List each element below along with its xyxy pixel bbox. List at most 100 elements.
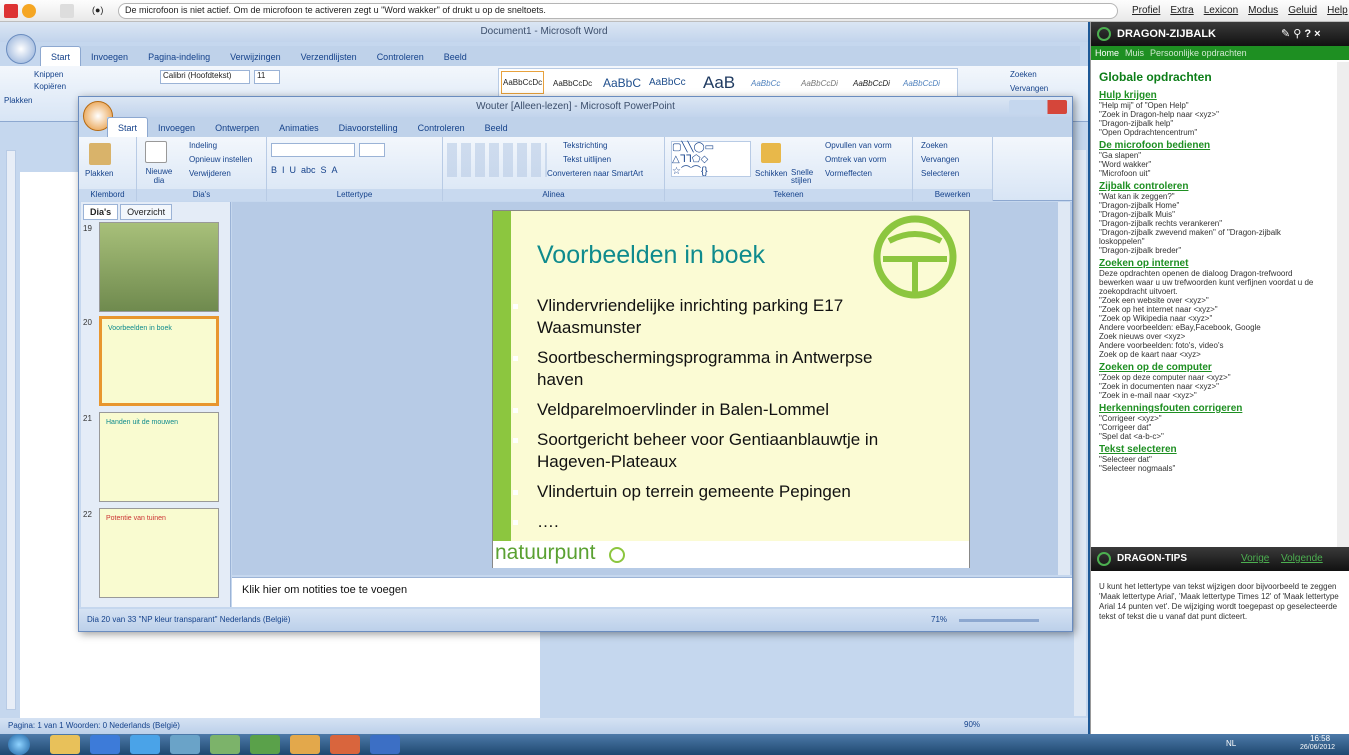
section-title[interactable]: Zoeken op de computer <box>1099 362 1328 373</box>
verwijderen-button[interactable]: Verwijderen <box>189 169 231 178</box>
ppt-tab-start[interactable]: Start <box>107 117 149 138</box>
tips-prev[interactable]: Vorige <box>1241 547 1269 571</box>
nav-muis[interactable]: Muis <box>1125 48 1144 58</box>
style-heading-2[interactable]: AaBbCc <box>649 77 686 88</box>
new-slide-icon[interactable] <box>145 141 167 163</box>
opvullen-button[interactable]: Opvullen van vorm <box>825 141 892 150</box>
paste-icon[interactable] <box>89 143 111 165</box>
menu-profiel[interactable]: Profiel <box>1132 5 1160 16</box>
font-format-buttons[interactable]: B I U abc S A <box>271 165 431 179</box>
vervangen-button[interactable]: Vervangen <box>921 155 959 164</box>
window-controls[interactable] <box>1009 100 1067 114</box>
ie-icon[interactable] <box>130 735 160 754</box>
dragon-logo-icon[interactable] <box>4 4 18 18</box>
paragraph-buttons[interactable] <box>447 143 547 177</box>
menu-modus[interactable]: Modus <box>1248 5 1278 16</box>
snelle-stijlen-button[interactable]: Snelle stijlen <box>791 169 815 185</box>
clock-time[interactable]: 16:58 <box>1310 734 1330 743</box>
menu-help[interactable]: Help <box>1327 5 1348 16</box>
explorer-icon[interactable] <box>50 735 80 754</box>
schikken-icon[interactable] <box>761 143 781 163</box>
ppt-tab-diavoorstelling[interactable]: Diavoorstelling <box>329 118 408 138</box>
style-title[interactable]: AaB <box>703 73 735 93</box>
style-emphasis[interactable]: AaBbCcDi <box>853 79 890 88</box>
notes-pane[interactable]: Klik hier om notities toe te voegen <box>232 577 1072 607</box>
word-zoeken-button[interactable]: Zoeken <box>1010 70 1037 79</box>
outlook-icon[interactable] <box>290 735 320 754</box>
slide-scrollbar[interactable] <box>1058 202 1070 575</box>
knippen-button[interactable]: Knippen <box>34 70 63 79</box>
shapes-gallery[interactable]: ▢╲╲◯▭ △ᒣᒣ⬠◇ ☆⌒⌒{} <box>671 141 751 177</box>
style-heading-1[interactable]: AaBbC <box>603 76 641 90</box>
menu-extra[interactable]: Extra <box>1170 5 1193 16</box>
ppt-font-name[interactable] <box>271 143 355 157</box>
office-button[interactable] <box>6 34 36 64</box>
clock-date[interactable]: 26/06/2012 <box>1300 744 1335 751</box>
word-tab-controleren[interactable]: Controleren <box>367 47 434 67</box>
app-icon[interactable] <box>170 735 200 754</box>
section-title[interactable]: Hulp krijgen <box>1099 90 1328 101</box>
slide[interactable]: Voorbeelden in boek Vlindervriendelijke … <box>492 210 970 568</box>
microphone-icon[interactable] <box>22 4 36 18</box>
slide-thumbnail[interactable]: Handen uit de mouwen <box>99 412 219 502</box>
section-title[interactable]: Zoeken op internet <box>1099 258 1328 269</box>
smartart-button[interactable]: Converteren naar SmartArt <box>547 169 643 178</box>
section-title[interactable]: De microfoon bedienen <box>1099 140 1328 151</box>
start-button-icon[interactable] <box>8 734 30 755</box>
omtrek-button[interactable]: Omtrek van vorm <box>825 155 886 164</box>
selecteren-button[interactable]: Selecteren <box>921 169 959 178</box>
zoom-slider[interactable] <box>959 619 1039 622</box>
word-tab-verzendlijsten[interactable]: Verzendlijsten <box>291 47 367 67</box>
menu-lexicon[interactable]: Lexicon <box>1204 5 1238 16</box>
media-icon[interactable] <box>90 735 120 754</box>
vormeffecten-button[interactable]: Vormeffecten <box>825 169 872 178</box>
font-name-select[interactable]: Calibri (Hoofdtekst) <box>160 70 250 84</box>
plakken-button[interactable]: Plakken <box>4 96 32 105</box>
nieuwe-dia-button[interactable]: Nieuwe dia <box>141 167 177 185</box>
ppt-font-size[interactable] <box>359 143 385 157</box>
nav-home[interactable]: Home <box>1095 48 1119 58</box>
word-tab-beeld[interactable]: Beeld <box>434 47 477 67</box>
word-tab-start[interactable]: Start <box>40 46 82 67</box>
indeling-button[interactable]: Indeling <box>189 141 217 150</box>
section-title[interactable]: Tekst selecteren <box>1099 444 1328 455</box>
tekst-uitlijnen-button[interactable]: Tekst uitlijnen <box>563 155 611 164</box>
ppt-zoom-level[interactable]: 71% <box>931 615 947 624</box>
word-vervangen-button[interactable]: Vervangen <box>1010 84 1048 93</box>
ppt-tab-ontwerpen[interactable]: Ontwerpen <box>205 118 269 138</box>
tab-dias[interactable]: Dia's <box>83 204 119 220</box>
ppt-tab-beeld[interactable]: Beeld <box>475 118 518 138</box>
style-no-spacing[interactable]: AaBbCcDc <box>553 79 592 88</box>
ppt-tab-invoegen[interactable]: Invoegen <box>148 118 205 138</box>
slide-thumbnail-selected[interactable]: Voorbeelden in boek <box>99 316 219 406</box>
style-normal[interactable]: AaBbCcDc <box>501 71 545 94</box>
opnieuw-instellen-button[interactable]: Opnieuw instellen <box>189 155 252 164</box>
powerpoint-taskbar-icon[interactable] <box>330 735 360 754</box>
word-zoom-level[interactable]: 90% <box>964 720 980 729</box>
ppt-tab-animaties[interactable]: Animaties <box>269 118 329 138</box>
word-taskbar-icon[interactable] <box>370 735 400 754</box>
word-tab-invoegen[interactable]: Invoegen <box>81 47 138 67</box>
kopieren-button[interactable]: Kopiëren <box>34 82 66 91</box>
nav-persoonlijk[interactable]: Persoonlijke opdrachten <box>1150 48 1247 58</box>
check-icon[interactable] <box>60 4 74 18</box>
app-icon[interactable] <box>210 735 240 754</box>
zoeken-button[interactable]: Zoeken <box>921 141 948 150</box>
style-subtle[interactable]: AaBbCcDi <box>801 79 838 88</box>
sidebar-scrollbar[interactable] <box>1337 62 1349 547</box>
word-scrollbar[interactable] <box>1074 150 1086 716</box>
dragon-taskbar-icon[interactable] <box>250 735 280 754</box>
tips-next[interactable]: Volgende <box>1281 547 1323 571</box>
tekstrichting-button[interactable]: Tekstrichting <box>563 141 607 150</box>
schikken-button[interactable]: Schikken <box>755 169 787 178</box>
slide-thumbnail[interactable] <box>99 222 219 312</box>
tab-overzicht[interactable]: Overzicht <box>120 204 173 220</box>
section-title[interactable]: Zijbalk controleren <box>1099 181 1328 192</box>
ppt-tab-controleren[interactable]: Controleren <box>408 118 475 138</box>
section-title[interactable]: Herkenningsfouten corrigeren <box>1099 403 1328 414</box>
word-tab-pagina-indeling[interactable]: Pagina-indeling <box>138 47 220 67</box>
menu-geluid[interactable]: Geluid <box>1288 5 1317 16</box>
sidebar-controls-icon[interactable]: ✎ ⚲ ? × <box>1281 22 1321 46</box>
style-subtitle[interactable]: AaBbCc <box>751 79 780 88</box>
language-indicator[interactable]: NL <box>1226 739 1236 748</box>
